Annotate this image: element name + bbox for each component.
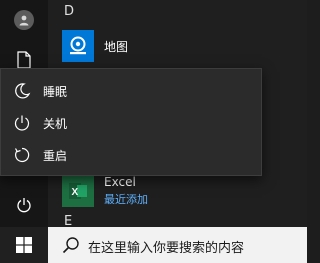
power-button[interactable]	[0, 185, 48, 225]
sleep-label: 睡眠	[43, 85, 68, 99]
user-account-button[interactable]	[0, 0, 48, 40]
restart-icon	[14, 147, 30, 163]
restart-option[interactable]: 重启	[1, 139, 259, 171]
taskbar: 在这里输入你要搜索的内容	[0, 227, 307, 263]
shutdown-label: 关机	[43, 117, 68, 131]
document-icon	[17, 51, 31, 69]
shutdown-option[interactable]: 关机	[1, 107, 259, 139]
moon-icon	[15, 83, 31, 99]
restart-label: 重启	[43, 149, 68, 163]
search-input[interactable]: 在这里输入你要搜索的内容	[88, 237, 244, 256]
excel-icon: X	[62, 175, 94, 207]
svg-text:X: X	[72, 187, 79, 198]
app-item-maps[interactable]: 地图	[48, 26, 307, 66]
maps-icon	[62, 30, 94, 62]
app-name: Excel	[104, 175, 136, 189]
section-letter-d[interactable]: D	[64, 4, 74, 19]
power-options-menu: 睡眠 关机 重启	[0, 68, 262, 176]
app-item-excel[interactable]: X Excel 最近添加	[48, 171, 307, 211]
app-name: 地图	[104, 40, 129, 54]
user-icon	[14, 10, 34, 30]
power-icon	[14, 115, 30, 131]
recently-added-label: 最近添加	[104, 193, 148, 206]
windows-logo-icon	[16, 237, 32, 253]
search-icon	[62, 237, 79, 254]
power-icon	[17, 198, 31, 213]
search-box[interactable]: 在这里输入你要搜索的内容	[48, 227, 307, 263]
start-button[interactable]	[0, 227, 48, 263]
sleep-option[interactable]: 睡眠	[1, 75, 259, 107]
